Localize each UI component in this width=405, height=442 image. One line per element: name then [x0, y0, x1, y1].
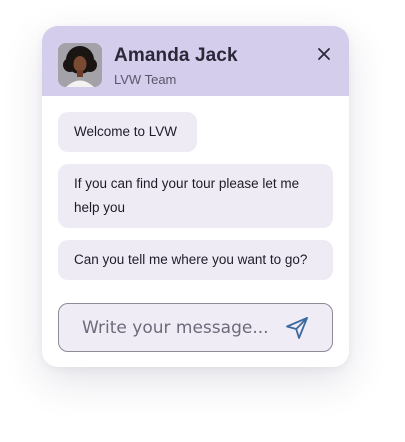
- message-bubble: Can you tell me where you want to go?: [58, 240, 333, 280]
- chat-header: Amanda Jack LVW Team: [42, 26, 349, 96]
- agent-team: LVW Team: [114, 72, 177, 87]
- send-icon[interactable]: [284, 315, 310, 341]
- avatar: [58, 43, 102, 87]
- chat-widget: Amanda Jack LVW Team Welcome to LVW If y…: [42, 26, 349, 367]
- agent-name: Amanda Jack: [114, 45, 238, 66]
- message-input[interactable]: [59, 304, 279, 351]
- message-bubble: If you can find your tour please let me …: [58, 164, 333, 228]
- message-composer: [58, 303, 333, 352]
- message-bubble: Welcome to LVW: [58, 112, 197, 152]
- close-icon[interactable]: [314, 44, 334, 64]
